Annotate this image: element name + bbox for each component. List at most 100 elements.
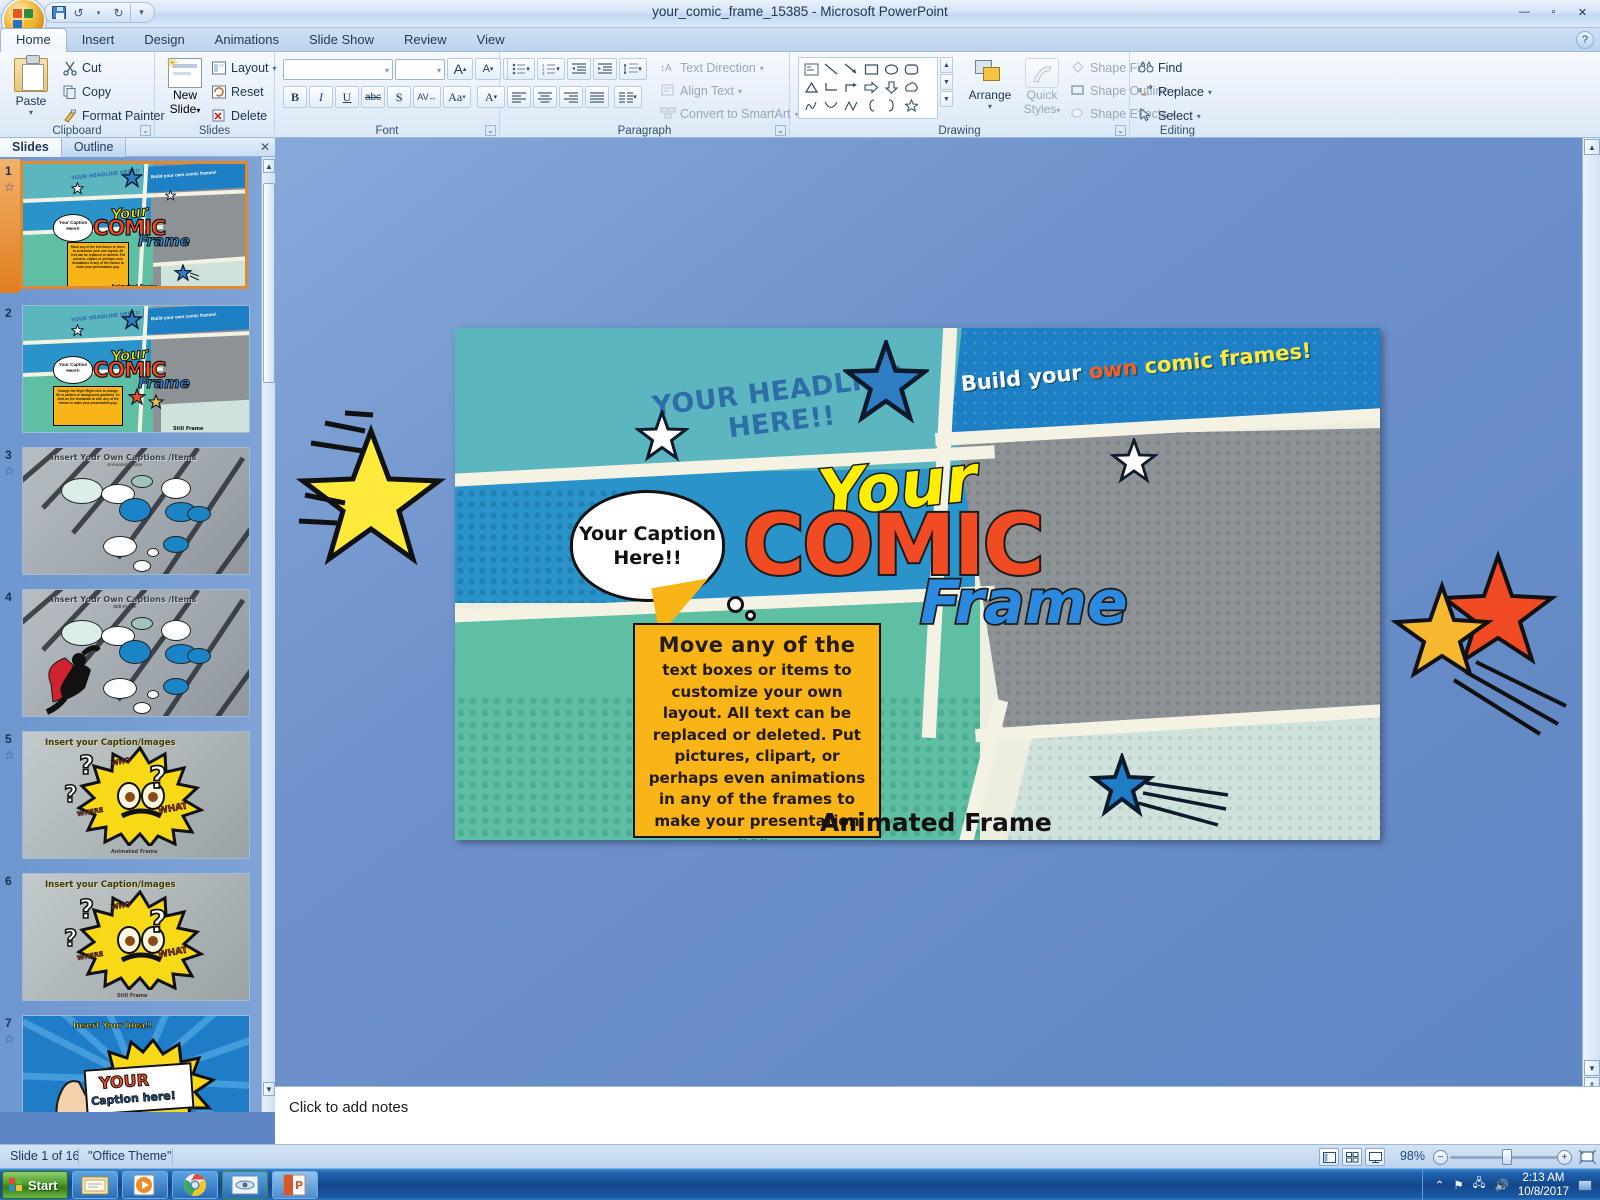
thumbnail-list[interactable]: 1 ☆ YOUR HEADLINE HERE!! Build your own … — [0, 157, 261, 1112]
minimize-button[interactable]: — — [1511, 2, 1538, 22]
shape-right-arrow[interactable] — [861, 78, 881, 96]
shrink-font-button[interactable]: A ▾ — [475, 58, 501, 80]
zoom-slider-handle[interactable] — [1502, 1149, 1512, 1165]
convert-smartart-button[interactable]: Convert to SmartArt ▾ — [660, 106, 798, 122]
thumbnail-image[interactable]: YOUR HEADLINE HERE!! Build your own comi… — [20, 161, 248, 289]
shape-gallery-up[interactable]: ▲ — [940, 57, 953, 73]
shape-left-brace[interactable] — [861, 96, 881, 114]
tab-review[interactable]: Review — [389, 28, 462, 52]
notes-pane[interactable]: Click to add notes — [275, 1086, 1600, 1144]
action-flag-icon[interactable]: ⚑ — [1453, 1178, 1463, 1192]
paste-button[interactable]: Paste ▾ — [8, 55, 54, 117]
thumbnail-image[interactable]: Insert your Caption/Images WHO WHAT WHER… — [22, 731, 250, 859]
list-item[interactable]: 6 Insert your Caption/Images WHO WHAT WH… — [0, 871, 261, 1013]
paragraph-dialog-launcher[interactable]: ⌄ — [775, 125, 786, 136]
underline-button[interactable]: U — [335, 86, 359, 108]
slide-canvas-area[interactable]: YOUR HEADLINE HERE!! Build your own comi… — [275, 138, 1582, 1112]
slide-vertical-scrollbar[interactable]: ▲ ▼ ⇞ ⇟ — [1582, 138, 1600, 1112]
replace-button[interactable]: a ac Replace ▾ — [1138, 84, 1212, 100]
bullets-button[interactable]: ▾ — [507, 58, 535, 80]
columns-button[interactable]: ▾ — [614, 86, 642, 108]
scroll-up-button[interactable]: ▲ — [1584, 139, 1600, 155]
media-player-taskbar-item[interactable] — [122, 1171, 168, 1199]
shape-textbox[interactable] — [801, 60, 821, 78]
shape-gallery-more[interactable]: ▼ — [940, 91, 953, 107]
character-spacing-button[interactable]: AV ↔ — [413, 86, 441, 108]
paste-dropdown-arrow[interactable]: ▾ — [8, 108, 54, 117]
list-item[interactable]: 1 ☆ YOUR HEADLINE HERE!! Build your own … — [0, 159, 261, 303]
powerpoint-taskbar-item[interactable]: P — [272, 1171, 318, 1199]
align-center-button[interactable] — [533, 86, 557, 108]
reset-button[interactable]: Reset — [211, 84, 277, 100]
shape-arrow[interactable] — [841, 60, 861, 78]
thumbnail-image[interactable]: Insert Your Own Captions /Items Animated… — [22, 447, 250, 575]
chrome-taskbar-item[interactable] — [172, 1171, 218, 1199]
close-panel-icon[interactable]: ✕ — [260, 140, 270, 154]
zoom-in-button[interactable]: + — [1557, 1149, 1572, 1165]
scroll-down-button[interactable]: ▼ — [1584, 1060, 1600, 1076]
clock[interactable]: 2:13 AM 10/8/2017 — [1518, 1171, 1569, 1200]
note-text-box[interactable]: Move any of the text boxes or items to c… — [633, 623, 881, 840]
shape-oval[interactable] — [881, 60, 901, 78]
tab-animations[interactable]: Animations — [200, 28, 294, 52]
find-button[interactable]: Find — [1138, 60, 1212, 76]
scrollbar-thumb[interactable] — [263, 183, 275, 383]
slide-show-button[interactable] — [1365, 1148, 1385, 1166]
normal-view-button[interactable] — [1319, 1148, 1339, 1166]
fit-slide-to-window-button[interactable] — [1578, 1149, 1597, 1168]
text-shadow-button[interactable]: S — [387, 86, 411, 108]
slide-editing-surface[interactable]: YOUR HEADLINE HERE!! Build your own comi… — [455, 328, 1380, 840]
delete-slide-button[interactable]: Delete — [211, 108, 277, 124]
line-spacing-button[interactable]: ▾ — [619, 58, 647, 80]
list-item[interactable]: 2 YOUR HEADLINE HERE!! Build your own co… — [0, 303, 261, 445]
show-hidden-icons-button[interactable]: ⌃ — [1435, 1178, 1445, 1192]
bold-button[interactable]: B — [283, 86, 307, 108]
text-direction-button[interactable]: ↕A Text Direction ▾ — [660, 60, 798, 76]
thumbnail-image[interactable]: YOUR HEADLINE HERE!! Build your own comi… — [22, 305, 250, 433]
shape-line[interactable] — [821, 60, 841, 78]
align-text-button[interactable]: Align Text ▾ — [660, 83, 798, 99]
help-icon[interactable]: ? — [1576, 31, 1594, 49]
scroll-up-button[interactable]: ▲ — [263, 159, 275, 173]
copy-button[interactable]: Copy — [62, 84, 165, 100]
slides-panel-scrollbar[interactable]: ▲ ▼ — [261, 157, 275, 1112]
start-button[interactable]: Start — [2, 1171, 68, 1199]
image-viewer-taskbar-item[interactable] — [222, 1171, 268, 1199]
maximize-button[interactable]: ▫ — [1540, 2, 1567, 22]
slide-sorter-button[interactable] — [1342, 1148, 1362, 1166]
cut-button[interactable]: Cut — [62, 60, 165, 76]
shape-cloud-callout[interactable] — [901, 78, 921, 96]
thumbnail-image[interactable]: Insert Your Own Captions /Items Still Fr… — [22, 589, 250, 717]
slide-footer-label[interactable]: Animated Frame — [820, 808, 1052, 837]
increase-indent-button[interactable] — [593, 58, 617, 80]
shape-rounded-rectangle[interactable] — [901, 60, 921, 78]
tab-outline[interactable]: Outline — [61, 138, 127, 157]
shape-scribble[interactable] — [801, 96, 821, 114]
tab-home[interactable]: Home — [0, 28, 67, 52]
shape-triangle[interactable] — [801, 78, 821, 96]
list-item[interactable]: 7 ☆ Insert Your Idea!! YOUR Caption here… — [0, 1013, 261, 1112]
zoom-out-button[interactable]: − — [1433, 1149, 1448, 1165]
drawing-dialog-launcher[interactable]: ⌄ — [1115, 125, 1126, 136]
decrease-indent-button[interactable] — [567, 58, 591, 80]
tab-slide-show[interactable]: Slide Show — [294, 28, 389, 52]
shape-star[interactable] — [901, 96, 921, 114]
font-size-combo[interactable]: ▾ — [395, 58, 445, 80]
new-slide-dropdown-arrow[interactable]: ▾ — [196, 106, 200, 115]
thumbnail-image[interactable]: Insert your Caption/Images WHO WHAT WHER… — [22, 873, 250, 1001]
justify-button[interactable] — [585, 86, 609, 108]
volume-icon[interactable]: 🔊 — [1495, 1178, 1509, 1192]
new-slide-button[interactable]: ✳ New Slide▾ — [163, 55, 207, 116]
thumbnail-image[interactable]: Insert Your Idea!! YOUR Caption here! — [22, 1015, 250, 1112]
strikethrough-button[interactable]: abc — [361, 86, 385, 108]
font-name-combo[interactable]: ▾ — [283, 58, 393, 80]
list-item[interactable]: 5 ☆ Insert your Caption/Images WHO WHAT … — [0, 729, 261, 871]
shape-right-brace[interactable] — [881, 96, 901, 114]
tab-design[interactable]: Design — [129, 28, 199, 52]
arrange-button[interactable]: Arrange ▾ — [962, 58, 1018, 111]
tab-insert[interactable]: Insert — [67, 28, 130, 52]
slide-title-frame[interactable]: Frame — [918, 566, 1129, 640]
clipboard-dialog-launcher[interactable]: ⌄ — [140, 125, 151, 136]
close-button[interactable]: ✕ — [1569, 2, 1596, 22]
font-dialog-launcher[interactable]: ⌄ — [485, 125, 496, 136]
